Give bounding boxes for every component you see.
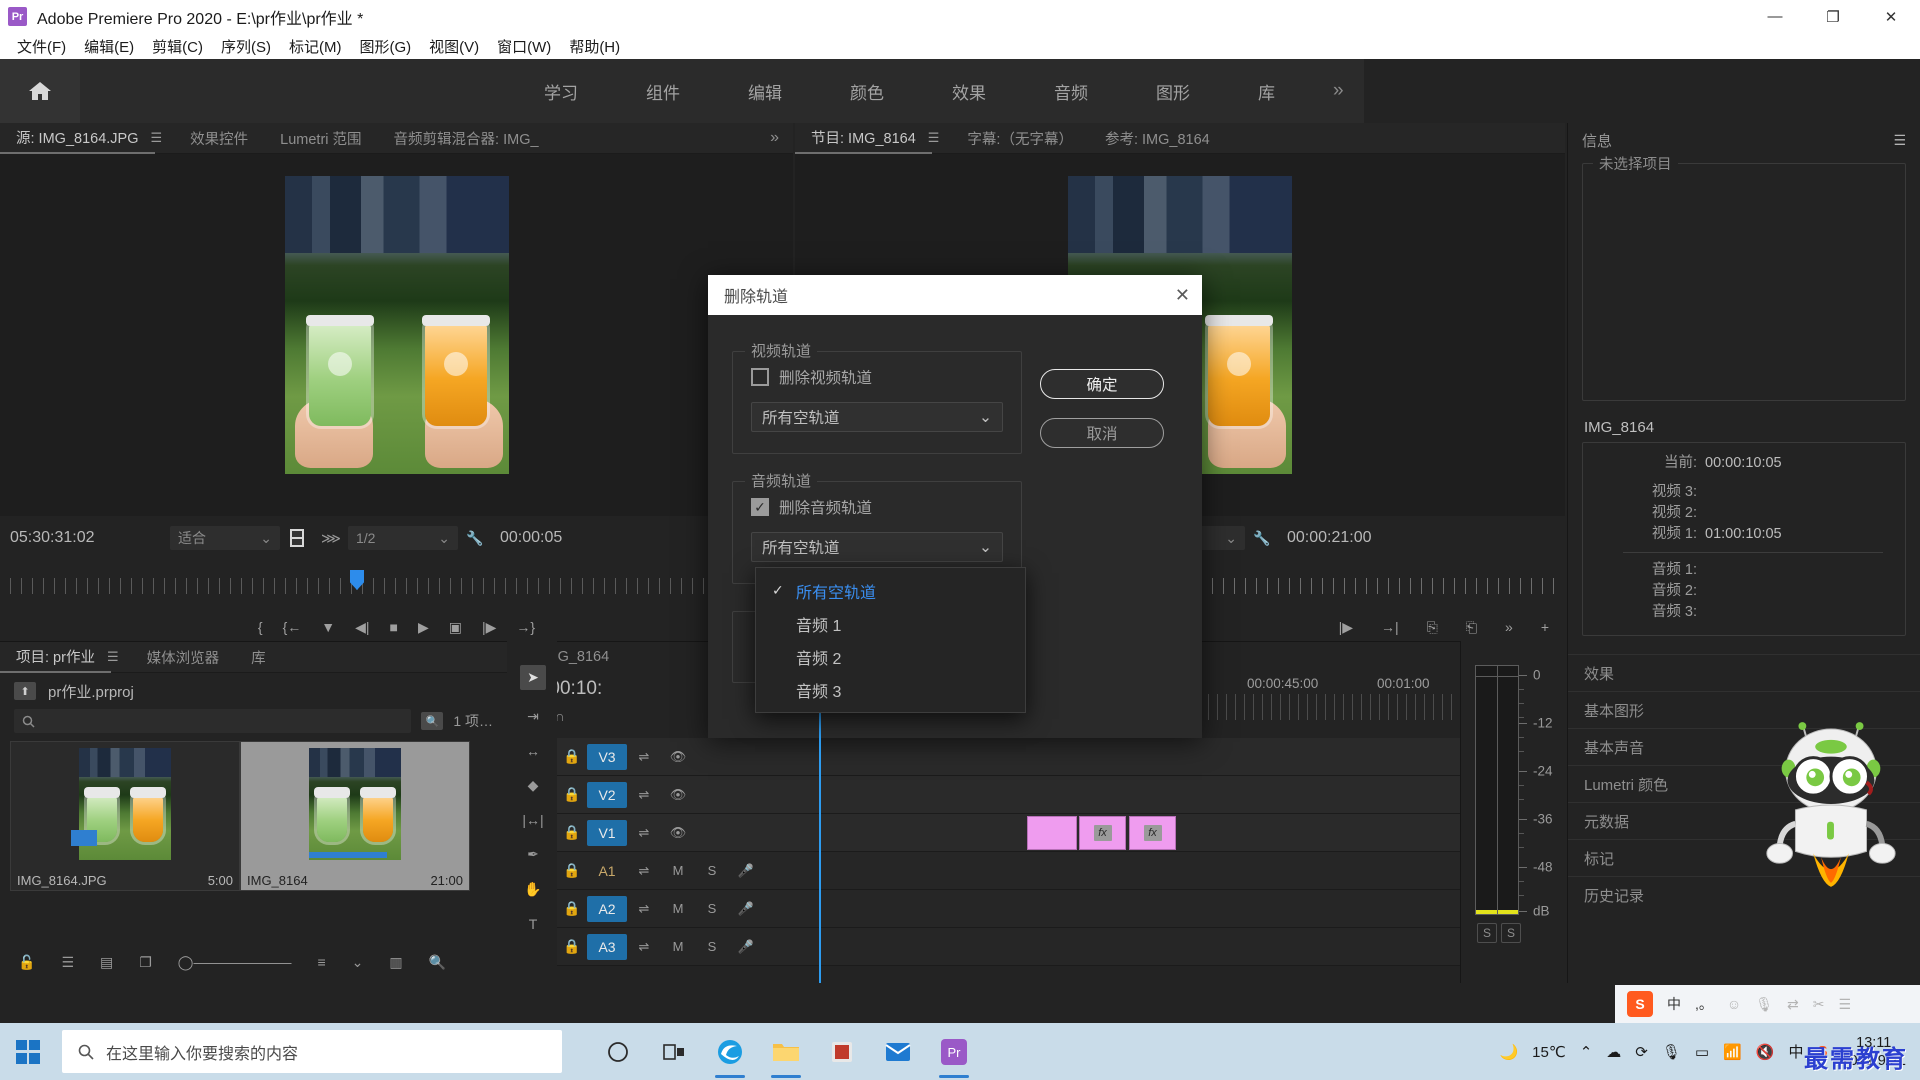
ripple-edit-tool-icon[interactable]: ↔ (526, 743, 540, 759)
audio-tracks-select-value: 所有空轨道 (762, 540, 840, 557)
premiere-pro-window: Pr Adobe Premiere Pro 2020 - E:\pr作业\pr作… (0, 0, 1920, 1080)
razor-tool-icon[interactable]: ◆ (528, 777, 539, 794)
cancel-button[interactable]: 取消 (1040, 418, 1164, 448)
windows-logo-icon (16, 1039, 40, 1064)
svg-text:Pr: Pr (948, 1045, 962, 1060)
ime-punctuation-icon[interactable]: ,。 (1695, 994, 1713, 1014)
screenshot-icon[interactable]: ✂ (1813, 996, 1825, 1013)
timeline-playhead[interactable] (813, 686, 827, 983)
video-tracks-group: 视频轨道 删除视频轨道 所有空轨道 ⌄ (732, 340, 1022, 454)
check-icon-placeholder: ✓ (772, 648, 796, 665)
ok-button[interactable]: 确定 (1040, 369, 1164, 399)
timeline-toolbar: ➤ ⇥ ↔ ◆ |↔| ✒ ✋ T (509, 641, 557, 983)
microsoft-store-icon[interactable] (814, 1023, 870, 1080)
translate-icon[interactable]: ⇄ (1787, 996, 1799, 1013)
dropdown-option-audio-1[interactable]: ✓ 音频 1 (756, 607, 1025, 640)
temperature-label[interactable]: 15℃ (1532, 1043, 1566, 1061)
windows-taskbar: 在这里输入你要搜索的内容 Pr 🌙 15℃ ⌃ ☁ ⟳ 🎙 ▭ 📶 🔇 中 S … (0, 1023, 1920, 1080)
check-icon-placeholder: ✓ (772, 615, 796, 632)
video-group-legend: 视频轨道 (745, 340, 818, 361)
weather-moon-icon[interactable]: 🌙 (1499, 1043, 1518, 1061)
taskbar-search-placeholder: 在这里输入你要搜索的内容 (106, 1045, 299, 1063)
audio-tracks-select[interactable]: 所有空轨道 ⌄ (751, 532, 1003, 562)
dialog-close-icon[interactable]: ✕ (1175, 285, 1190, 306)
file-explorer-icon[interactable] (758, 1023, 814, 1080)
audio-group-legend: 音频轨道 (745, 470, 818, 491)
taskbar-search-input[interactable]: 在这里输入你要搜索的内容 (62, 1030, 562, 1073)
dropdown-option-label: 音频 3 (796, 683, 842, 701)
ime-tray-chinese-icon[interactable]: 中 (1788, 1041, 1803, 1062)
delete-video-tracks-checkbox[interactable] (751, 368, 769, 386)
type-tool-icon[interactable]: T (529, 916, 538, 932)
hand-tool-icon[interactable]: ✋ (524, 881, 541, 898)
sogou-logo-icon[interactable]: S (1627, 991, 1653, 1017)
start-button[interactable] (0, 1023, 56, 1080)
mail-icon[interactable] (870, 1023, 926, 1080)
onedrive-cloud-icon[interactable]: ☁ (1606, 1043, 1621, 1061)
check-icon: ✓ (772, 582, 784, 598)
battery-icon[interactable]: ▭ (1695, 1043, 1709, 1061)
taskbar-app-icons: Pr (590, 1023, 982, 1080)
dropdown-option-audio-2[interactable]: ✓ 音频 2 (756, 640, 1025, 673)
chevron-down-icon: ⌄ (979, 538, 992, 556)
chevron-down-icon: ⌄ (979, 408, 992, 426)
premiere-taskbar-icon[interactable]: Pr (926, 1023, 982, 1080)
dropdown-option-audio-3[interactable]: ✓ 音频 3 (756, 673, 1025, 706)
microphone-tray-icon[interactable]: 🎙 (1662, 1043, 1681, 1061)
pen-tool-icon[interactable]: ✒ (527, 846, 539, 863)
delete-audio-tracks-checkbox[interactable] (751, 498, 769, 516)
edge-icon[interactable] (702, 1023, 758, 1080)
check-icon-placeholder: ✓ (772, 681, 796, 698)
selection-tool-icon[interactable]: ➤ (520, 665, 546, 690)
wifi-icon[interactable]: 📶 (1723, 1043, 1742, 1061)
search-icon (78, 1044, 94, 1060)
cortana-icon[interactable] (590, 1023, 646, 1080)
tray-expand-chevron-icon[interactable]: ⌃ (1580, 1043, 1593, 1061)
sync-icon[interactable]: ⟳ (1635, 1043, 1648, 1061)
emoji-icon[interactable]: ☺ (1727, 996, 1741, 1012)
delete-audio-tracks-label: 删除音频轨道 (779, 500, 873, 517)
dialog-titlebar: 删除轨道 ✕ (708, 275, 1202, 315)
watermark: 最需教育 (1804, 1046, 1908, 1073)
ime-toolbar: S 中 ,。 ☺ 🎙 ⇄ ✂ ☰ (1615, 985, 1920, 1023)
dropdown-option-label: 所有空轨道 (796, 584, 877, 602)
voice-input-icon[interactable]: 🎙 (1755, 996, 1773, 1013)
ime-menu-icon[interactable]: ☰ (1838, 996, 1851, 1013)
dialog-title: 删除轨道 (724, 289, 789, 306)
dropdown-option-all-empty[interactable]: ✓ 所有空轨道 (756, 574, 1025, 607)
dropdown-option-label: 音频 1 (796, 617, 842, 635)
video-tracks-select[interactable]: 所有空轨道 ⌄ (751, 402, 1003, 432)
ime-mode-chinese-icon[interactable]: 中 (1667, 994, 1681, 1014)
delete-video-tracks-label: 删除视频轨道 (779, 370, 873, 387)
video-tracks-select-value: 所有空轨道 (762, 410, 840, 427)
track-select-tool-icon[interactable]: ⇥ (527, 708, 539, 725)
dropdown-option-label: 音频 2 (796, 650, 842, 668)
task-view-icon[interactable] (646, 1023, 702, 1080)
slip-tool-icon[interactable]: |↔| (522, 812, 543, 828)
volume-muted-icon[interactable]: 🔇 (1756, 1043, 1775, 1061)
audio-tracks-dropdown-menu: ✓ 所有空轨道 ✓ 音频 1 ✓ 音频 2 ✓ 音频 3 (755, 567, 1026, 713)
